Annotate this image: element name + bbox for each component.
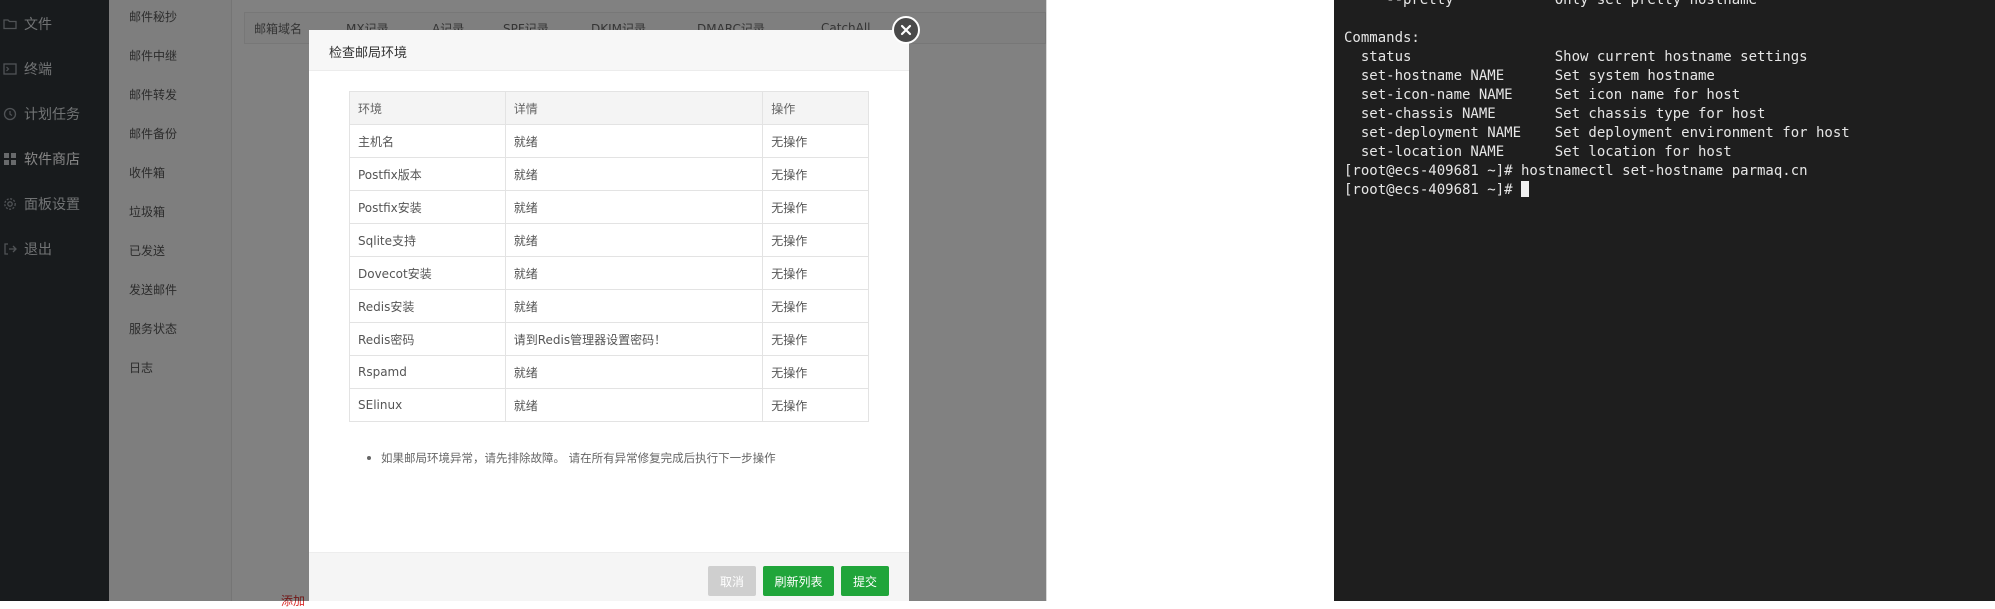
- op-cell: 无操作: [762, 355, 869, 389]
- dialog-title: 检查邮局环境: [329, 46, 408, 61]
- env-cell: Dovecot安装: [349, 256, 506, 290]
- env-cell: SElinux: [349, 388, 506, 422]
- env-cell: Redis密码: [349, 322, 506, 356]
- refresh-list-button[interactable]: 刷新列表: [763, 566, 834, 596]
- dialog-footer: 取消 刷新列表 提交: [309, 552, 909, 601]
- terminal-line: set-hostname NAME Set system hostname: [1344, 68, 1715, 84]
- env-cell: 主机名: [349, 124, 506, 158]
- check-environment-dialog: 检查邮局环境 环境 详情 操作 主机名 就绪 无操作 Postfix版本 就绪 …: [309, 16, 920, 601]
- detail-cell: 就绪: [504, 223, 764, 257]
- table-row: Rspamd 就绪 无操作: [349, 355, 869, 389]
- detail-cell: 就绪: [504, 289, 764, 323]
- column-header: 详情: [504, 91, 764, 125]
- terminal-line: set-icon-name NAME Set icon name for hos…: [1344, 87, 1741, 103]
- op-cell: 无操作: [762, 388, 869, 422]
- close-icon: [900, 21, 912, 40]
- env-cell: Postfix安装: [349, 190, 506, 224]
- table-row: 主机名 就绪 无操作: [349, 124, 869, 158]
- op-cell: 无操作: [762, 124, 869, 158]
- terminal-line: --pretty Only set pretty hostname: [1344, 0, 1758, 8]
- detail-cell: 就绪: [504, 124, 764, 158]
- env-cell: Postfix版本: [349, 157, 506, 191]
- column-header: 环境: [349, 91, 506, 125]
- table-row: Dovecot安装 就绪 无操作: [349, 256, 869, 290]
- terminal-line: status Show current hostname settings: [1344, 49, 1808, 65]
- terminal-line: Commands:: [1344, 30, 1420, 46]
- environment-note: 如果邮局环境异常，请先排除故障。 请在所有异常修复完成后执行下一步操作: [367, 450, 776, 466]
- detail-cell: 就绪: [504, 355, 764, 389]
- terminal-line: set-chassis NAME Set chassis type for ho…: [1344, 106, 1766, 122]
- table-row: SElinux 就绪 无操作: [349, 388, 869, 422]
- table-header-row: 环境 详情 操作: [349, 91, 869, 125]
- detail-cell: 就绪: [504, 388, 764, 422]
- terminal-line: set-location NAME Set location for host: [1344, 144, 1732, 160]
- op-cell: 无操作: [762, 223, 869, 257]
- blank-pane: [1046, 0, 1334, 601]
- terminal-window[interactable]: --pretty Only set pretty hostname Comman…: [1334, 0, 1995, 601]
- detail-cell-error: 请到Redis管理器设置密码！: [504, 322, 764, 356]
- op-cell: 无操作: [762, 256, 869, 290]
- terminal-line: set-deployment NAME Set deployment envir…: [1344, 125, 1850, 141]
- submit-button[interactable]: 提交: [841, 566, 889, 596]
- op-cell: 无操作: [762, 322, 869, 356]
- table-row: Redis安装 就绪 无操作: [349, 289, 869, 323]
- terminal-prompt: [root@ecs-409681 ~]#: [1344, 182, 1522, 198]
- detail-cell: 就绪: [504, 256, 764, 290]
- env-cell: Rspamd: [349, 355, 506, 389]
- table-row: Postfix版本 就绪 无操作: [349, 157, 869, 191]
- op-cell: 无操作: [762, 190, 869, 224]
- terminal-output: --pretty Only set pretty hostname Comman…: [1344, 0, 1850, 200]
- dialog-title-bar: 检查邮局环境: [309, 30, 909, 71]
- detail-cell: 就绪: [504, 157, 764, 191]
- op-cell: 无操作: [762, 157, 869, 191]
- env-cell: Sqlite支持: [349, 223, 506, 257]
- column-header: 操作: [762, 91, 869, 125]
- terminal-cursor: [1521, 181, 1530, 197]
- note-text: 如果邮局环境异常，请先排除故障。 请在所有异常修复完成后执行下一步操作: [381, 451, 776, 465]
- detail-cell: 就绪: [504, 190, 764, 224]
- table-row: Postfix安装 就绪 无操作: [349, 190, 869, 224]
- cancel-button[interactable]: 取消: [708, 566, 756, 596]
- terminal-line: [root@ecs-409681 ~]# hostnamectl set-hos…: [1344, 163, 1808, 179]
- env-cell: Redis安装: [349, 289, 506, 323]
- op-cell: 无操作: [762, 289, 869, 323]
- table-row: Redis密码 请到Redis管理器设置密码！ 无操作: [349, 322, 869, 356]
- close-button[interactable]: [892, 16, 920, 44]
- table-row: Sqlite支持 就绪 无操作: [349, 223, 869, 257]
- bullet-icon: [367, 456, 371, 460]
- environment-table: 环境 详情 操作 主机名 就绪 无操作 Postfix版本 就绪 无操作 Pos…: [349, 91, 869, 422]
